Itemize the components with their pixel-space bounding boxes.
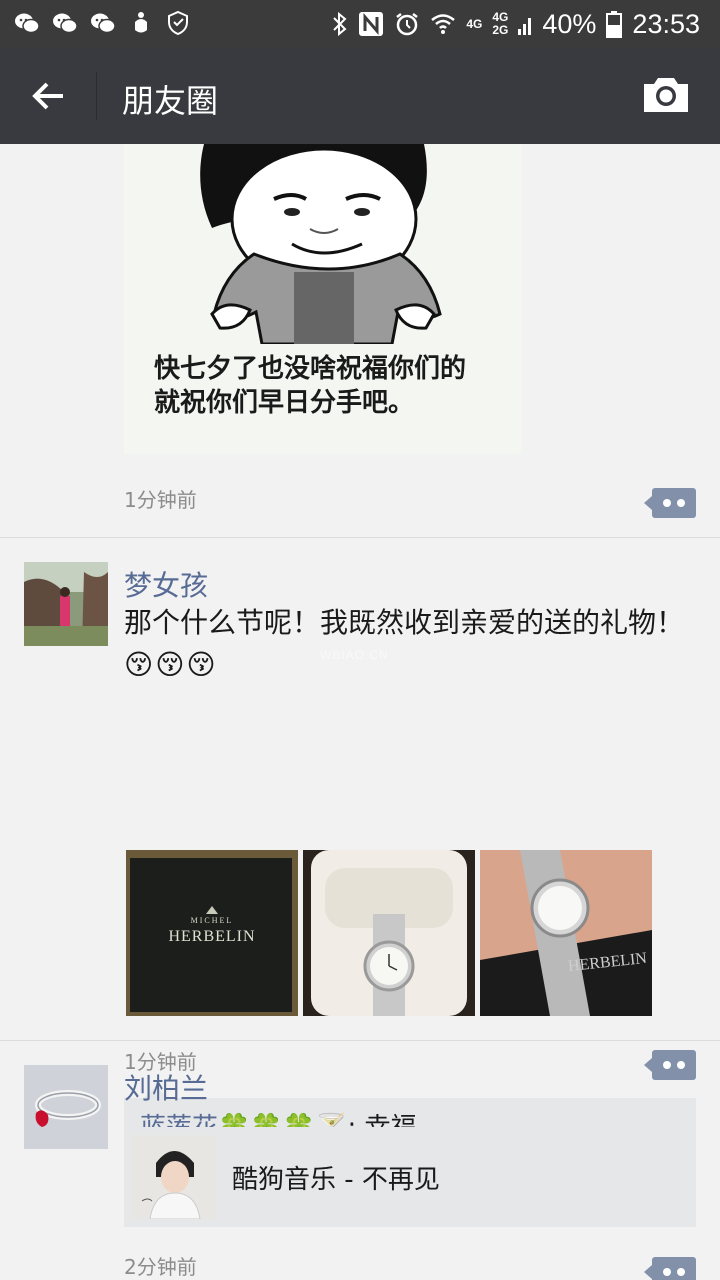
comment-button[interactable]	[644, 488, 696, 518]
arrow-left-icon	[32, 82, 63, 110]
moment-post: 快七夕了也没啥祝福你们的 就祝你们早日分手吧。 1分钟前	[0, 144, 720, 538]
meme-image[interactable]: 快七夕了也没啥祝福你们的 就祝你们早日分手吧。	[124, 144, 522, 454]
avatar-photo	[24, 562, 108, 646]
box-brand-small: MICHEL	[190, 916, 234, 925]
network-type-label: 4G	[466, 16, 483, 31]
dual-network-label: 4G 2G	[492, 10, 509, 37]
bluetooth-icon	[333, 11, 347, 37]
comment-button[interactable]	[644, 1257, 696, 1280]
post-author[interactable]: 梦女孩	[124, 564, 208, 604]
share-title: 酷狗音乐 - 不再见	[232, 1165, 440, 1195]
dot-icon	[663, 1268, 671, 1276]
meme-caption-line: 快七夕了也没啥祝福你们的	[154, 354, 467, 384]
dot-icon	[677, 1268, 685, 1276]
wechat-notification-icon	[90, 8, 116, 38]
watermark: WBIAO.CN	[320, 648, 389, 662]
watch-wrist-photo	[480, 850, 652, 1016]
avatar[interactable]	[24, 562, 108, 646]
shield-check-icon	[166, 8, 192, 38]
clock: 23:53	[632, 8, 700, 39]
notification-icons	[14, 8, 192, 38]
meme-character-illustration	[200, 144, 442, 346]
kiss-emoji: 😚😚😚	[124, 648, 218, 681]
watch-case-photo	[303, 850, 475, 1016]
signal-icon	[518, 18, 532, 35]
wechat-notification-icon	[52, 8, 78, 38]
meme-caption: 快七夕了也没啥祝福你们的 就祝你们早日分手吧。	[154, 352, 466, 420]
battery-icon	[606, 11, 623, 38]
system-icons: 4G 4G 2G 40% 23:53	[332, 0, 700, 48]
wifi-icon	[431, 14, 456, 34]
post-text-line: 那个什么节呢！我既然收到亲爱的送的礼物！	[124, 606, 685, 639]
moments-feed[interactable]: 快七夕了也没啥祝福你们的 就祝你们早日分手吧。 1分钟前 梦女孩 那个什么节呢！	[0, 144, 720, 1280]
back-button[interactable]	[24, 72, 72, 120]
nfc-icon	[359, 12, 384, 36]
box-brand: HERBELIN	[168, 928, 256, 945]
post-author[interactable]: 刘柏兰	[124, 1067, 208, 1107]
moment-post: 刘柏兰 酷狗音乐 - 不再见 2分钟前	[0, 1041, 720, 1280]
dot-icon	[663, 499, 671, 507]
photo-thumbnail-watch-case[interactable]	[303, 850, 475, 1016]
dot-icon	[677, 499, 685, 507]
photo-thumbnail-watch-wrist[interactable]: HERBELIN	[480, 850, 652, 1016]
wechat-notification-icon	[14, 8, 40, 38]
moment-post: 梦女孩 那个什么节呢！我既然收到亲爱的送的礼物！ 😚😚😚 MICHEL HERB…	[0, 538, 720, 1160]
post-text: 那个什么节呢！我既然收到亲爱的送的礼物！ 😚😚😚	[124, 602, 704, 686]
avatar-photo	[24, 1065, 108, 1149]
usb-debug-icon	[128, 8, 154, 38]
title-divider	[96, 72, 97, 120]
alarm-icon	[396, 13, 419, 36]
battery-percent: 40%	[542, 8, 597, 39]
post-time: 2分钟前	[124, 1255, 197, 1279]
meme-caption-line: 就祝你们早日分手吧。	[154, 388, 415, 418]
music-cover	[132, 1135, 216, 1219]
avatar[interactable]	[24, 1065, 108, 1149]
camera-icon	[644, 78, 688, 112]
page-title: 朋友圈	[122, 82, 219, 120]
photo-thumbnail-watch-box[interactable]: MICHEL HERBELIN	[126, 850, 298, 1016]
camera-button[interactable]	[642, 74, 690, 118]
post-time: 1分钟前	[124, 488, 197, 512]
shared-music-card[interactable]: 酷狗音乐 - 不再见	[124, 1127, 696, 1227]
title-bar: 朋友圈	[0, 48, 720, 144]
music-cover-art	[132, 1135, 216, 1219]
status-bar: 4G 4G 2G 40% 23:53	[0, 0, 720, 48]
